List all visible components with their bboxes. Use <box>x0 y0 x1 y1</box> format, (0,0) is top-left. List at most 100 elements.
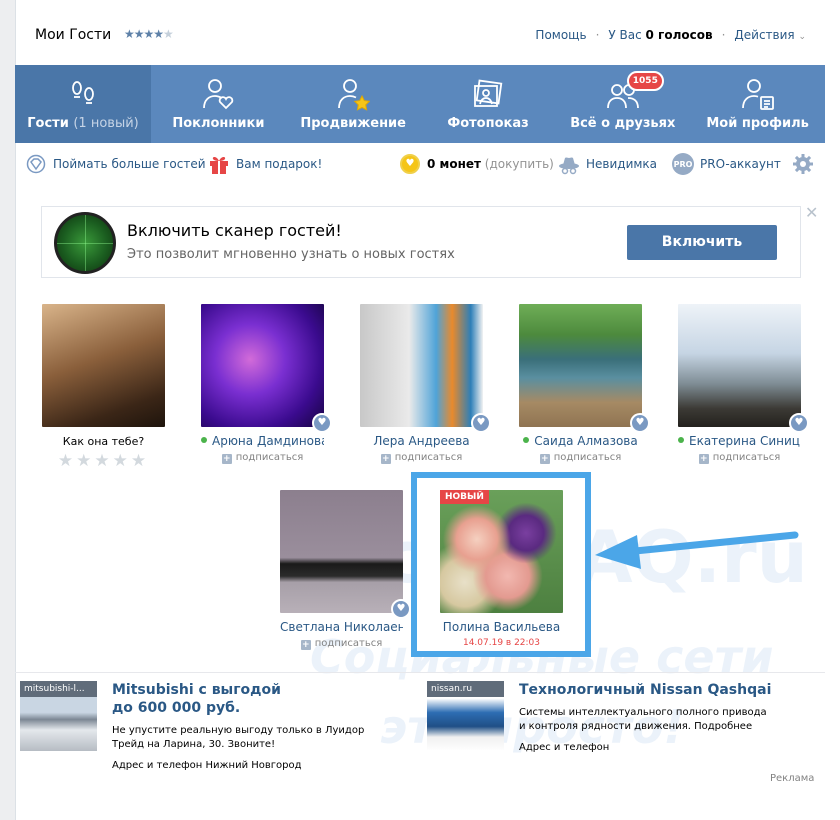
page-title: Мои Гости <box>35 27 112 43</box>
tab-label: Фотопоказ <box>447 116 529 131</box>
guest-name[interactable]: Арюна Дамдинова <box>212 434 324 448</box>
subscribe-link[interactable]: + подписаться <box>678 452 801 464</box>
tab-fans[interactable]: Поклонники <box>151 65 286 143</box>
coins-info[interactable]: ♥ 0 монет (докупить) <box>399 153 554 175</box>
rating-stars-icon: ★★★★★ <box>124 27 174 41</box>
invisible-link[interactable]: Невидимка <box>558 153 657 175</box>
heart-icon[interactable]: ♥ <box>630 413 650 433</box>
online-dot <box>678 437 684 443</box>
ad-desc: Системы интеллектуального полного привод… <box>519 707 767 732</box>
plus-icon: + <box>698 454 709 464</box>
heart-icon[interactable]: ♥ <box>391 599 411 619</box>
tab-label: Мой профиль <box>706 116 809 131</box>
arrow-annotation-icon <box>595 531 799 569</box>
ads-label: Реклама <box>770 773 815 784</box>
tab-photoshow[interactable]: Фотопоказ <box>421 65 556 143</box>
guest-photo[interactable]: НОВЫЙ <box>440 490 563 613</box>
subscribe-link[interactable]: + подписаться <box>519 452 642 464</box>
guest-card[interactable]: ♥ Светлана Николаенко +подписаться <box>280 490 411 650</box>
tab-label: Гости <box>27 116 69 131</box>
new-badge: НОВЫЙ <box>440 490 489 504</box>
pro-icon: PRO <box>672 153 694 175</box>
gift-link[interactable]: Вам подарок! <box>208 153 322 175</box>
guest-name[interactable]: Саида Алмазова <box>534 434 637 448</box>
ad-source: mitsubishi-l... <box>20 681 97 697</box>
tab-label: Всё о друзьях <box>570 116 676 131</box>
guest-photo[interactable] <box>42 304 165 427</box>
footprints-icon <box>72 81 94 104</box>
heart-icon[interactable]: ♥ <box>471 413 491 433</box>
radar-icon <box>54 212 116 274</box>
guest-photo[interactable]: ♥ <box>280 490 411 619</box>
photos-icon <box>474 79 503 107</box>
votes-info[interactable]: У Вас 0 голосов <box>608 28 712 42</box>
help-link[interactable]: Помощь <box>535 28 586 42</box>
guest-card[interactable]: ♥ Саида Алмазова + подписаться <box>519 304 650 464</box>
guest-name[interactable]: Полина Васильева <box>443 620 560 634</box>
guest-name[interactable]: Светлана Николаенко <box>280 620 403 634</box>
guest-card[interactable]: ♥ Лера Андреева + подписаться <box>360 304 491 464</box>
subscribe-link[interactable]: + подписаться <box>360 452 483 464</box>
guest-name[interactable]: Екатерина Синиц... <box>689 434 801 448</box>
online-dot <box>523 437 530 443</box>
pro-account-link[interactable]: PRO PRO-аккаунт <box>672 153 781 175</box>
page-header: Мои Гости ★★★★★ Помощь · У Вас 0 голосов… <box>15 6 840 64</box>
actions-menu[interactable]: Действия ⌄ <box>734 28 806 42</box>
settings-button[interactable] <box>792 153 820 175</box>
online-dot <box>201 437 207 443</box>
fan-heart-icon <box>203 79 234 110</box>
ads-block: mitsubishi-l... Mitsubishi с выгодой до … <box>15 672 825 820</box>
tab-profile[interactable]: Мой профиль <box>690 65 825 143</box>
ad-desc: Не упустите реальную выгоду только в Луи… <box>112 725 365 750</box>
more-guests-link[interactable]: Поймать больше гостей <box>25 153 206 175</box>
heart-icon[interactable]: ♥ <box>789 413 809 433</box>
tab-friends[interactable]: 1055 Всё о друзьях <box>555 65 690 143</box>
subscribe-link[interactable]: + подписаться <box>280 638 403 650</box>
promotion-star-icon <box>338 79 371 111</box>
gear-icon <box>792 153 814 175</box>
ad-thumb[interactable]: mitsubishi-l... <box>20 681 97 751</box>
guest-card[interactable]: ♥ Екатерина Синиц... + подписаться <box>678 304 809 464</box>
tab-label: Поклонники <box>172 116 265 131</box>
guest-photo[interactable]: ♥ <box>201 304 332 433</box>
profile-icon <box>741 79 774 110</box>
tab-guests[interactable]: Гости (1 новый) <box>15 65 151 143</box>
header-links: Помощь · У Вас 0 голосов · Действия ⌄ <box>535 28 806 42</box>
main-nav: Гости (1 новый) Поклонники Продвижение Ф… <box>15 65 825 143</box>
guest-card-anonymous[interactable]: Как она тебе? ★★★★★ <box>42 304 165 471</box>
plus-icon: + <box>221 454 232 464</box>
ad-mitsubishi[interactable]: mitsubishi-l... Mitsubishi с выгодой до … <box>20 681 410 776</box>
spy-hat-icon <box>558 153 580 175</box>
ad-nissan[interactable]: nissan.ru Технологичный Nissan Qashqai С… <box>427 681 825 776</box>
guest-card[interactable]: ♥ Арюна Дамдинова + подписаться <box>201 304 332 464</box>
ad-footer[interactable]: Адрес и телефон Нижний Новгород <box>112 760 302 771</box>
tab-promotion[interactable]: Продвижение <box>286 65 421 143</box>
scanner-promo: Включить сканер гостей! Это позволит мгн… <box>41 206 801 278</box>
chevron-down-icon: ⌄ <box>798 32 806 42</box>
ad-title[interactable]: Mitsubishi с выгодой <box>112 682 281 698</box>
subscribe-link[interactable]: + подписаться <box>201 452 324 464</box>
guest-photo[interactable]: ♥ <box>678 304 809 433</box>
coin-icon: ♥ <box>399 153 421 175</box>
action-bar: Поймать больше гостей Вам подарок! ♥ 0 м… <box>15 143 825 183</box>
enable-scanner-button[interactable]: Включить <box>627 225 777 260</box>
guest-card-new[interactable]: НОВЫЙ Полина Васильева 14.07.19 в 22:03 <box>440 490 563 648</box>
guest-name[interactable]: Лера Андреева <box>373 434 469 448</box>
close-icon[interactable]: ✕ <box>805 203 818 222</box>
ad-source: nissan.ru <box>427 681 504 697</box>
plus-icon: + <box>380 454 391 464</box>
visit-date: 14.07.19 в 22:03 <box>462 638 541 648</box>
gift-icon <box>208 153 230 175</box>
guest-photo[interactable]: ♥ <box>360 304 491 433</box>
ad-footer[interactable]: Адрес и телефон <box>519 742 609 753</box>
tab-label: Продвижение <box>300 116 406 131</box>
promo-title: Включить сканер гостей! <box>127 221 342 240</box>
ad-thumb[interactable]: nissan.ru <box>427 681 504 751</box>
ad-title-2[interactable]: до 600 000 руб. <box>112 700 240 716</box>
guest-photo[interactable]: ♥ <box>519 304 650 433</box>
rate-stars-icon[interactable]: ★★★★★ <box>42 451 165 471</box>
coins-buy-link[interactable]: (докупить) <box>485 157 554 171</box>
ad-title[interactable]: Технологичный Nissan Qashqai <box>519 682 771 698</box>
heart-icon[interactable]: ♥ <box>312 413 332 433</box>
promo-desc: Это позволит мгновенно узнать о новых го… <box>127 247 455 262</box>
